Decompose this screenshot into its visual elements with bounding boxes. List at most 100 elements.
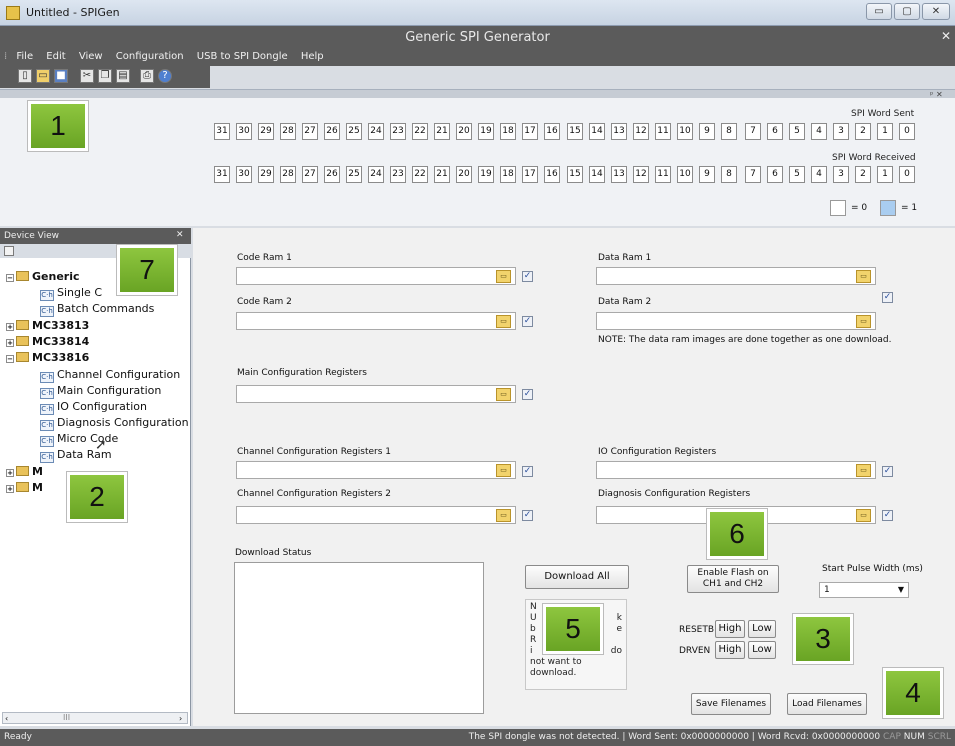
scroll-left-icon[interactable]: ‹ — [5, 714, 8, 723]
data-ram-1-input[interactable]: ▭ — [596, 267, 876, 285]
rcvd-bit-17[interactable]: 17 — [522, 166, 538, 183]
maximize-button[interactable]: ▢ — [894, 3, 920, 20]
io-config-input[interactable]: ▭ — [596, 461, 876, 479]
tree-item-mc33816[interactable]: − MC33816 — [6, 351, 89, 364]
rcvd-bit-13[interactable]: 13 — [611, 166, 627, 183]
sent-bit-3[interactable]: 3 — [833, 123, 849, 140]
rcvd-bit-25[interactable]: 25 — [346, 166, 362, 183]
tree-item-m2[interactable]: + M — [6, 481, 43, 494]
minimize-button[interactable]: ▭ — [866, 3, 892, 20]
sent-bit-31[interactable]: 31 — [214, 123, 230, 140]
sent-bit-9[interactable]: 9 — [699, 123, 715, 140]
browse-folder-icon[interactable]: ▭ — [856, 270, 871, 283]
scroll-right-icon[interactable]: › — [179, 714, 182, 723]
sent-bit-20[interactable]: 20 — [456, 123, 472, 140]
sent-bit-27[interactable]: 27 — [302, 123, 318, 140]
sent-bit-23[interactable]: 23 — [390, 123, 406, 140]
tree-item-m1[interactable]: + M — [6, 465, 43, 478]
sent-bit-8[interactable]: 8 — [721, 123, 737, 140]
sent-bit-19[interactable]: 19 — [478, 123, 494, 140]
channel-config-2-input[interactable]: ▭ — [236, 506, 516, 524]
channel-config-1-input[interactable]: ▭ — [236, 461, 516, 479]
app-close-icon[interactable]: ✕ — [941, 29, 951, 43]
print-icon[interactable]: ⎙ — [140, 69, 154, 83]
tree-item-diagnosis-configuration[interactable]: C·h Diagnosis Configuration — [40, 416, 189, 431]
drven-low-button[interactable]: Low — [748, 641, 776, 659]
tree-collapse-icon[interactable] — [4, 246, 14, 256]
download-all-button[interactable]: Download All — [525, 565, 629, 589]
tree-item-io-configuration[interactable]: C·h IO Configuration — [40, 400, 147, 415]
menu-help[interactable]: Help — [301, 48, 324, 62]
horizontal-scrollbar[interactable]: ‹ III › — [2, 712, 188, 724]
drven-high-button[interactable]: High — [715, 641, 745, 659]
resetb-high-button[interactable]: High — [715, 620, 745, 638]
tree-item-batch-commands[interactable]: C·h Batch Commands — [40, 302, 154, 317]
data-ram-checkbox[interactable]: ✓ — [882, 292, 893, 303]
sent-bit-28[interactable]: 28 — [280, 123, 296, 140]
copy-icon[interactable]: ❐ — [98, 69, 112, 83]
tree-item-generic[interactable]: − Generic — [6, 270, 80, 283]
sent-bit-2[interactable]: 2 — [855, 123, 871, 140]
rcvd-bit-11[interactable]: 11 — [655, 166, 671, 183]
sent-bit-22[interactable]: 22 — [412, 123, 428, 140]
tree-item-single-command[interactable]: C·h Single C — [40, 286, 102, 301]
rcvd-bit-7[interactable]: 7 — [745, 166, 761, 183]
sent-bit-21[interactable]: 21 — [434, 123, 450, 140]
rcvd-bit-26[interactable]: 26 — [324, 166, 340, 183]
browse-folder-icon[interactable]: ▭ — [496, 388, 511, 401]
code-ram-1-checkbox[interactable]: ✓ — [522, 271, 533, 282]
download-status-box[interactable] — [234, 562, 484, 714]
channel-config-2-checkbox[interactable]: ✓ — [522, 510, 533, 521]
rcvd-bit-29[interactable]: 29 — [258, 166, 274, 183]
sent-bit-6[interactable]: 6 — [767, 123, 783, 140]
expand-icon[interactable]: + — [6, 339, 14, 347]
sent-bit-15[interactable]: 15 — [567, 123, 583, 140]
browse-folder-icon[interactable]: ▭ — [856, 509, 871, 522]
rcvd-bit-28[interactable]: 28 — [280, 166, 296, 183]
channel-config-1-checkbox[interactable]: ✓ — [522, 466, 533, 477]
sent-bit-29[interactable]: 29 — [258, 123, 274, 140]
paste-icon[interactable]: ▤ — [116, 69, 130, 83]
enable-flash-button[interactable]: Enable Flash on CH1 and CH2 — [687, 565, 779, 593]
sent-bit-10[interactable]: 10 — [677, 123, 693, 140]
code-ram-2-input[interactable]: ▭ — [236, 312, 516, 330]
sent-bit-11[interactable]: 11 — [655, 123, 671, 140]
rcvd-bit-15[interactable]: 15 — [567, 166, 583, 183]
rcvd-bit-18[interactable]: 18 — [500, 166, 516, 183]
menu-view[interactable]: View — [79, 48, 103, 62]
menu-edit[interactable]: Edit — [46, 48, 65, 62]
browse-folder-icon[interactable]: ▭ — [496, 464, 511, 477]
sent-bit-17[interactable]: 17 — [522, 123, 538, 140]
rcvd-bit-24[interactable]: 24 — [368, 166, 384, 183]
device-view-close-icon[interactable]: ✕ — [176, 230, 184, 240]
code-ram-2-checkbox[interactable]: ✓ — [522, 316, 533, 327]
io-config-checkbox[interactable]: ✓ — [882, 466, 893, 477]
rcvd-bit-10[interactable]: 10 — [677, 166, 693, 183]
rcvd-bit-1[interactable]: 1 — [877, 166, 893, 183]
sent-bit-25[interactable]: 25 — [346, 123, 362, 140]
open-folder-icon[interactable]: ▭ — [36, 69, 50, 83]
start-pulse-select[interactable]: 1 ▼ — [819, 582, 909, 598]
diag-config-checkbox[interactable]: ✓ — [882, 510, 893, 521]
sent-bit-16[interactable]: 16 — [544, 123, 560, 140]
save-filenames-button[interactable]: Save Filenames — [691, 693, 771, 715]
rcvd-bit-5[interactable]: 5 — [789, 166, 805, 183]
new-file-icon[interactable]: ▯ — [18, 69, 32, 83]
sent-bit-14[interactable]: 14 — [589, 123, 605, 140]
sent-bit-30[interactable]: 30 — [236, 123, 252, 140]
data-ram-2-input[interactable]: ▭ — [596, 312, 876, 330]
sent-bit-24[interactable]: 24 — [368, 123, 384, 140]
rcvd-bit-0[interactable]: 0 — [899, 166, 915, 183]
browse-folder-icon[interactable]: ▭ — [856, 464, 871, 477]
code-ram-1-input[interactable]: ▭ — [236, 267, 516, 285]
menu-configuration[interactable]: Configuration — [116, 48, 184, 62]
rcvd-bit-20[interactable]: 20 — [456, 166, 472, 183]
rcvd-bit-21[interactable]: 21 — [434, 166, 450, 183]
browse-folder-icon[interactable]: ▭ — [856, 315, 871, 328]
rcvd-bit-8[interactable]: 8 — [721, 166, 737, 183]
rcvd-bit-22[interactable]: 22 — [412, 166, 428, 183]
close-button[interactable]: ✕ — [922, 3, 950, 20]
rcvd-bit-2[interactable]: 2 — [855, 166, 871, 183]
rcvd-bit-16[interactable]: 16 — [544, 166, 560, 183]
resetb-low-button[interactable]: Low — [748, 620, 776, 638]
